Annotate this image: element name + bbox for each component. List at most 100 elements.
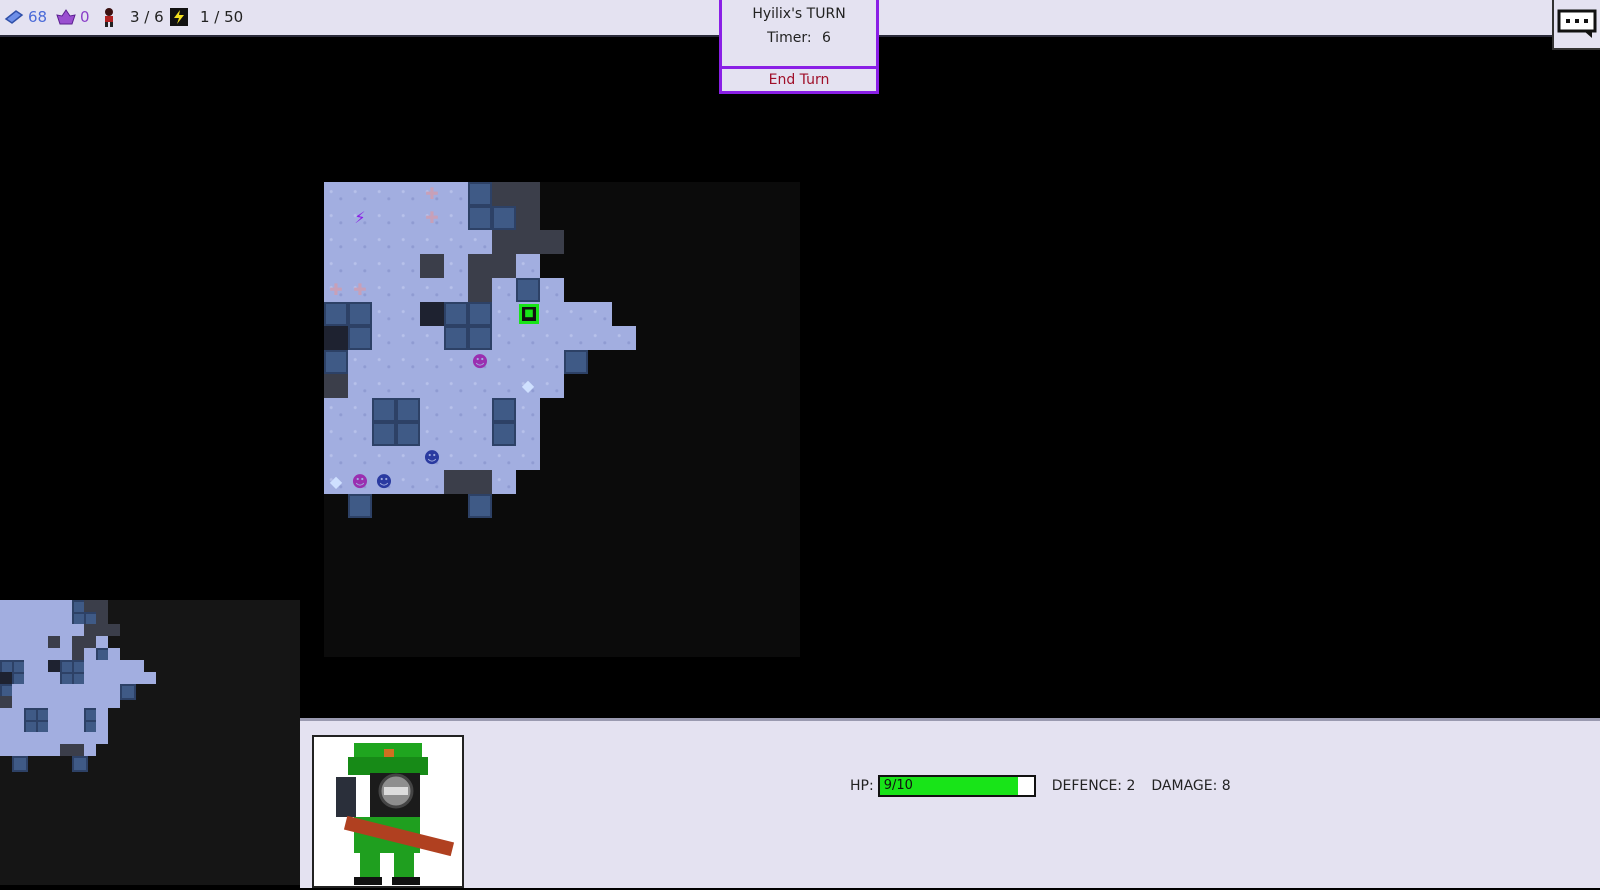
map-tile[interactable]	[492, 254, 516, 278]
map-tile[interactable]	[516, 350, 540, 374]
map-tile[interactable]	[444, 374, 468, 398]
map-tile[interactable]	[372, 278, 396, 302]
map-tile[interactable]	[468, 182, 492, 206]
map-tile[interactable]	[372, 230, 396, 254]
map-tile[interactable]	[348, 398, 372, 422]
map-tile[interactable]	[420, 230, 444, 254]
map-tile[interactable]	[444, 254, 468, 278]
map-tile[interactable]	[516, 182, 540, 206]
map-tile[interactable]	[492, 206, 516, 230]
map-tile[interactable]	[324, 446, 348, 470]
map-tile[interactable]	[516, 398, 540, 422]
map-tile[interactable]	[444, 182, 468, 206]
map-tile[interactable]	[348, 302, 372, 326]
map-tile[interactable]	[444, 350, 468, 374]
map-tile[interactable]	[372, 350, 396, 374]
shield-orb-icon[interactable]: ✚	[327, 280, 345, 300]
map-tile[interactable]	[492, 446, 516, 470]
map-tile[interactable]	[468, 374, 492, 398]
energy-pickup-icon[interactable]: ⚡	[351, 208, 369, 228]
map-tile[interactable]	[420, 350, 444, 374]
map-tile[interactable]	[564, 326, 588, 350]
crystal-rock-icon[interactable]: ◆	[519, 376, 537, 396]
map-tile[interactable]	[396, 230, 420, 254]
map-tile[interactable]	[444, 326, 468, 350]
map-tile[interactable]	[468, 422, 492, 446]
map-tile[interactable]	[444, 206, 468, 230]
map-tile[interactable]	[444, 446, 468, 470]
map-tile[interactable]	[324, 182, 348, 206]
map-tile[interactable]	[444, 422, 468, 446]
map-tile[interactable]	[372, 422, 396, 446]
enemy-unit-icon[interactable]: ☻	[375, 472, 393, 492]
end-turn-button[interactable]: End Turn	[722, 66, 876, 91]
map-tile[interactable]	[468, 470, 492, 494]
crystal-rock-icon[interactable]: ◆	[327, 472, 345, 492]
map-tile[interactable]	[516, 254, 540, 278]
map-tile[interactable]	[372, 206, 396, 230]
map-tile[interactable]	[588, 302, 612, 326]
map-tile[interactable]	[348, 254, 372, 278]
map-tile[interactable]	[324, 230, 348, 254]
map-tile[interactable]	[348, 350, 372, 374]
map-tile[interactable]	[348, 182, 372, 206]
map-tile[interactable]	[492, 326, 516, 350]
map-tile[interactable]	[540, 302, 564, 326]
map-tile[interactable]	[324, 374, 348, 398]
selected-unit-marker[interactable]: ■	[519, 304, 539, 324]
chat-button[interactable]	[1552, 0, 1600, 50]
map-tile[interactable]	[324, 326, 348, 350]
map-tile[interactable]	[540, 278, 564, 302]
map-tile[interactable]	[588, 326, 612, 350]
map-tile[interactable]	[348, 446, 372, 470]
map-tile[interactable]	[516, 326, 540, 350]
map-tile[interactable]	[516, 446, 540, 470]
game-map[interactable]: ⚡ ✚ ✚ ✚ ✚ ■ ☻ ☻ ☻ ☻ ◆ ◆	[324, 182, 800, 657]
enemy-unit-icon[interactable]: ☻	[423, 448, 441, 468]
map-tile[interactable]	[492, 470, 516, 494]
map-tile[interactable]	[396, 446, 420, 470]
map-tile[interactable]	[444, 230, 468, 254]
map-tile[interactable]	[348, 494, 372, 518]
map-tile[interactable]	[540, 326, 564, 350]
map-tile[interactable]	[612, 326, 636, 350]
map-tile[interactable]	[492, 422, 516, 446]
map-tile[interactable]	[444, 398, 468, 422]
map-tile[interactable]	[372, 182, 396, 206]
map-tile[interactable]	[396, 374, 420, 398]
map-tile[interactable]	[396, 182, 420, 206]
map-tile[interactable]	[348, 326, 372, 350]
map-tile[interactable]	[492, 302, 516, 326]
map-tile[interactable]	[420, 302, 444, 326]
enemy-unit-icon[interactable]: ☻	[351, 472, 369, 492]
map-tile[interactable]	[492, 398, 516, 422]
minimap[interactable]	[0, 600, 300, 885]
map-tile[interactable]	[444, 278, 468, 302]
map-tile[interactable]	[492, 182, 516, 206]
map-tile[interactable]	[492, 374, 516, 398]
shield-orb-icon[interactable]: ✚	[351, 280, 369, 300]
map-tile[interactable]	[348, 374, 372, 398]
map-tile[interactable]	[468, 230, 492, 254]
map-tile[interactable]	[372, 326, 396, 350]
map-tile[interactable]	[396, 254, 420, 278]
map-tile[interactable]	[396, 206, 420, 230]
map-tile[interactable]	[396, 398, 420, 422]
map-tile[interactable]	[516, 206, 540, 230]
map-tile[interactable]	[396, 470, 420, 494]
map-tile[interactable]	[324, 302, 348, 326]
map-tile[interactable]	[396, 302, 420, 326]
map-tile[interactable]	[444, 302, 468, 326]
map-tile[interactable]	[492, 350, 516, 374]
map-tile[interactable]	[444, 470, 468, 494]
map-tile[interactable]	[372, 398, 396, 422]
map-tile[interactable]	[420, 254, 444, 278]
map-tile[interactable]	[324, 206, 348, 230]
map-tile[interactable]	[420, 398, 444, 422]
map-tile[interactable]	[420, 422, 444, 446]
map-tile[interactable]	[564, 350, 588, 374]
map-tile[interactable]	[348, 422, 372, 446]
map-tile[interactable]	[492, 230, 516, 254]
map-tile[interactable]	[468, 494, 492, 518]
map-tile[interactable]	[420, 326, 444, 350]
